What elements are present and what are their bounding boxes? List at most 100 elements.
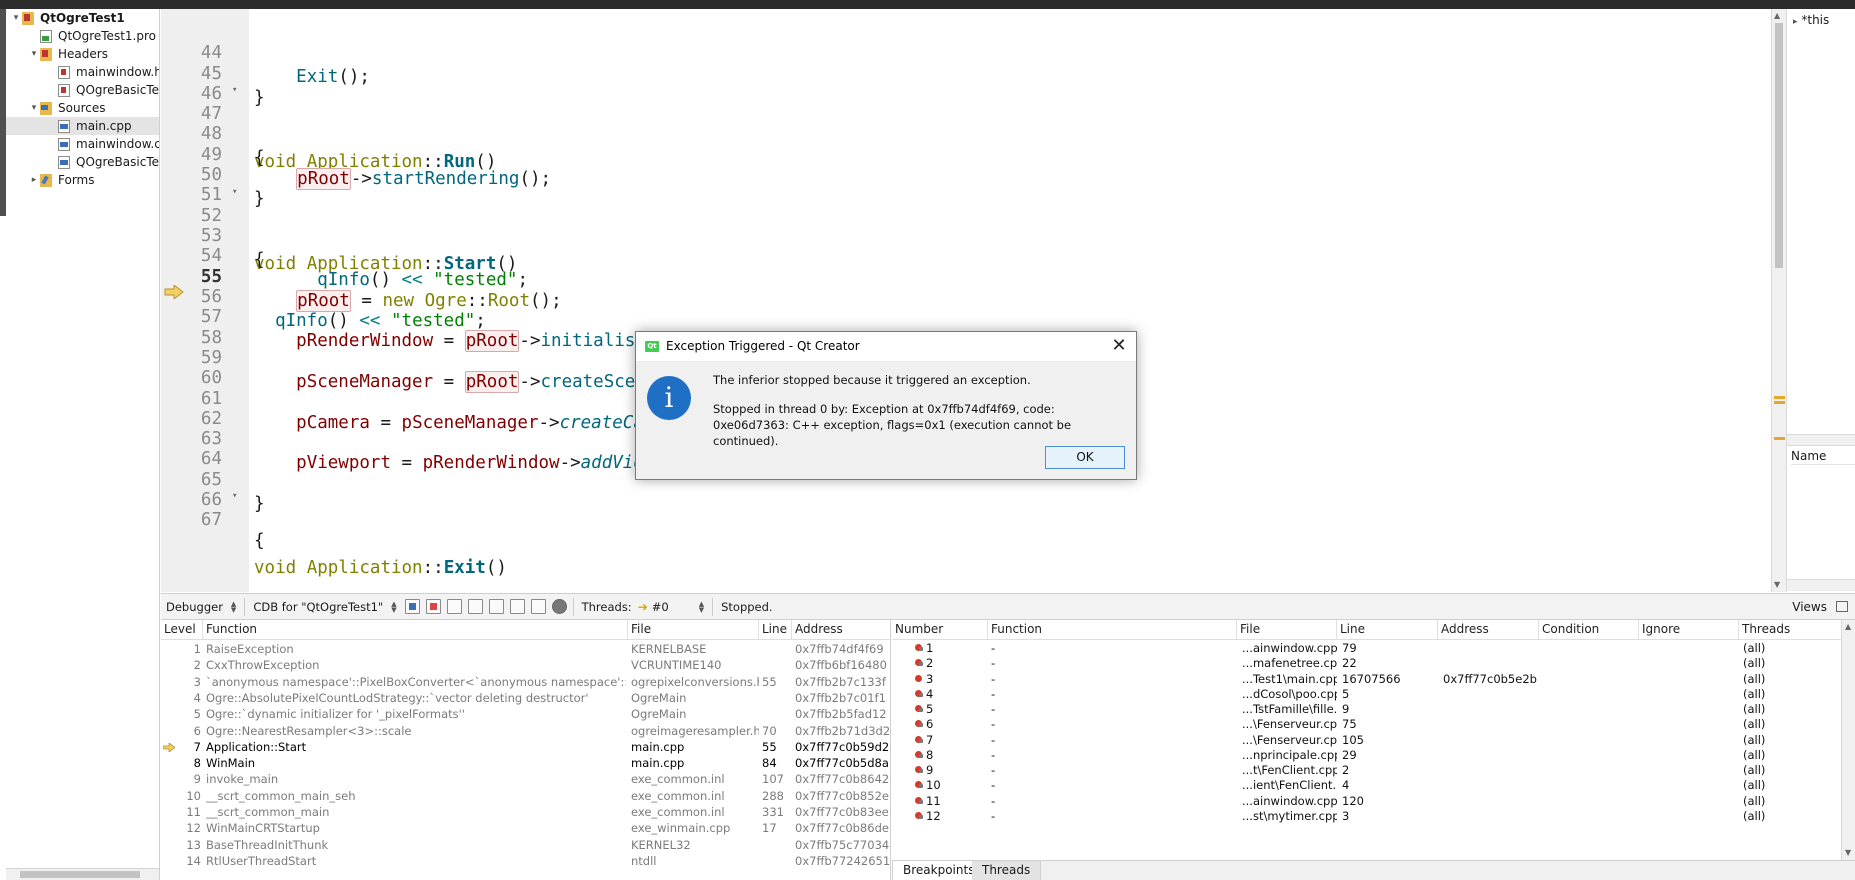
stack-function: Ogre::AbsolutePixelCountLodStrategy::`ve… — [206, 690, 589, 705]
code-editor[interactable]: 44 Exit(); 45 } 46 47 ▾ void Application… — [161, 9, 1771, 592]
stack-function: __scrt_common_main_seh — [206, 788, 356, 803]
tree-item-qogrebasictest-h[interactable]: QOgreBasicTest.h — [58, 81, 159, 99]
tree-item-pro-file[interactable]: QtOgreTest1.pro — [40, 27, 156, 45]
debugger-label: Debugger — [166, 599, 223, 614]
tree-item-mainwindow-h[interactable]: mainwindow.h — [58, 63, 159, 81]
scrollbar-thumb[interactable] — [1775, 23, 1783, 268]
stack-frame-row[interactable]: 11 __scrt_common_main exe_common.inl 331 0x7… — [161, 804, 890, 820]
stack-frame-row[interactable]: 2 CxxThrowException VCRUNTIME140 0x7ffb6bf1… — [161, 657, 890, 673]
collapsed-arrow-icon[interactable]: ▸ — [28, 175, 40, 185]
column-header-function[interactable]: Function — [988, 620, 1237, 639]
breakpoint-function: - — [991, 808, 996, 823]
column-header-line[interactable]: Line — [1337, 620, 1438, 639]
record-icon[interactable] — [551, 599, 567, 614]
stack-level: 14 — [186, 853, 201, 868]
stack-line: 17 — [762, 821, 777, 836]
stack-frame-row[interactable]: 5 Ogre::`dynamic initializer for '_pixelF… — [161, 706, 890, 722]
project-folder-icon — [22, 11, 34, 25]
column-header-function[interactable]: Function — [203, 620, 628, 639]
toolbar-separator — [712, 597, 714, 616]
scroll-down-icon[interactable]: ▼ — [1845, 848, 1851, 857]
panel-float-icon[interactable] — [1836, 601, 1848, 612]
expanded-arrow-icon[interactable]: ▾ — [10, 13, 22, 23]
tree-item-forms[interactable]: ▸ Forms — [28, 171, 95, 189]
tab-threads[interactable]: Threads — [972, 861, 1042, 880]
tree-item-qogrebasictest-cpp[interactable]: QOgreBasicTest.cpp — [58, 153, 159, 171]
spin-arrows-icon: ▲ ▼ — [230, 599, 237, 614]
tree-item-mainwindow-cpp[interactable]: mainwindow.cpp — [58, 135, 160, 153]
stack-address: 0x7ffb2b71d3d2 — [795, 723, 891, 738]
column-header-file[interactable]: File — [1237, 620, 1337, 639]
stop-debugger-icon[interactable] — [425, 599, 441, 614]
tree-item-main-cpp[interactable]: main.cpp — [6, 117, 159, 135]
tree-item-sources[interactable]: ▾ Sources — [28, 99, 106, 117]
stack-frame-row[interactable]: 8 WinMain main.cpp 84 0x7ff77c0b5d8a — [161, 755, 890, 771]
stack-frame-row[interactable]: 13 BaseThreadInitThunk KERNEL32 0x7ffb75c77… — [161, 837, 890, 853]
column-header-number[interactable]: Number — [892, 620, 988, 639]
stack-frame-row[interactable]: 14 RtlUserThreadStart ntdll 0x7ffb77242651 — [161, 853, 890, 869]
stack-function: Ogre::`dynamic initializer for '_pixelFo… — [206, 707, 465, 722]
expanded-arrow-icon[interactable]: ▾ — [28, 103, 40, 113]
column-header-level[interactable]: Level — [161, 620, 203, 639]
column-header-address[interactable]: Address — [792, 620, 890, 639]
stack-frame-row[interactable]: 7 Application::Start main.cpp 55 0x7ff77c0b5… — [161, 739, 890, 755]
project-horizontal-scrollbar[interactable] — [6, 868, 159, 880]
tree-item-label: mainwindow.cpp — [76, 137, 160, 151]
scroll-down-icon[interactable]: ▼ — [1774, 580, 1780, 589]
close-icon[interactable]: ✕ — [1106, 334, 1132, 358]
toggle-mode-icon[interactable] — [530, 599, 546, 614]
collapsed-arrow-icon[interactable]: ▸ — [1793, 17, 1798, 27]
debugger-status: Stopped. — [721, 599, 773, 614]
debugger-perspective-selector[interactable]: Debugger ▲ ▼ — [161, 593, 241, 620]
stack-view[interactable]: Level Function File Line Address 1 RaiseE… — [161, 620, 891, 880]
locals-horizontal-scrollbar[interactable] — [1787, 434, 1855, 446]
spin-arrows-icon: ▲ ▼ — [698, 599, 705, 614]
column-header-threads[interactable]: Threads — [1739, 620, 1841, 639]
stack-frame-row[interactable]: 3 `anonymous namespace'::PixelBoxConverte… — [161, 674, 890, 690]
stack-frame-row[interactable]: 12 WinMainCRTStartup exe_winmain.cpp 17 0x7f… — [161, 820, 890, 836]
continue-icon[interactable] — [404, 599, 420, 614]
column-header-ignore[interactable]: Ignore — [1639, 620, 1739, 639]
breakpoint-icon — [915, 644, 923, 651]
column-header-condition[interactable]: Condition — [1539, 620, 1639, 639]
stack-frame-row[interactable]: 1 RaiseException KERNELBASE 0x7ffb74df4f69 — [161, 641, 890, 657]
bottom-tabs: Breakpoints Threads — [892, 860, 1855, 880]
locals-item-this[interactable]: ▸ *this — [1793, 13, 1829, 27]
engine-selector[interactable]: CDB for "QtOgreTest1" ▲ ▼ — [248, 593, 401, 620]
stack-frame-row[interactable]: 9 invoke_main exe_common.inl 107 0x7ff77c0b8… — [161, 771, 890, 787]
breakpoints-view[interactable]: Number Function File Line Address Condit… — [892, 620, 1855, 860]
stack-frame-row[interactable]: 10 __scrt_common_main_seh exe_common.inl 28… — [161, 788, 890, 804]
scroll-up-icon[interactable]: ▲ — [1774, 11, 1780, 20]
stack-frame-row[interactable]: 6 Ogre::NearestResampler<3>::scale ogreima… — [161, 723, 891, 739]
tree-item-project[interactable]: ▾ QtOgreTest1 — [10, 9, 125, 27]
stack-level: 8 — [193, 756, 201, 771]
scrollbar-thumb[interactable] — [20, 871, 140, 878]
expanded-arrow-icon[interactable]: ▾ — [28, 49, 40, 59]
column-header-address[interactable]: Address — [1438, 620, 1539, 639]
step-into-icon[interactable] — [467, 599, 483, 614]
editor-vertical-scrollbar[interactable]: ▲ ▼ — [1771, 9, 1786, 592]
stack-level: 2 — [193, 658, 201, 673]
watch-horizontal-scrollbar[interactable] — [1787, 579, 1855, 591]
stack-file: exe_common.inl — [631, 805, 725, 819]
tree-item-headers[interactable]: ▾ Headers — [28, 45, 108, 63]
step-over-icon[interactable] — [446, 599, 462, 614]
stack-level: 9 — [193, 772, 201, 787]
restart-icon[interactable] — [509, 599, 525, 614]
stack-file: ntdll — [631, 853, 657, 868]
breakpoints-vertical-scrollbar[interactable]: ▲ ▼ — [1841, 620, 1855, 860]
breakpoint-row[interactable]: 12 - ...st\mytimer.cpp 3 (all) — [892, 807, 1855, 825]
column-header-line[interactable]: Line — [759, 620, 792, 639]
scroll-up-icon[interactable]: ▲ — [1845, 622, 1851, 631]
stack-file: ogreimageresampler.h — [631, 723, 759, 738]
views-button[interactable]: Views — [1792, 594, 1827, 621]
ok-button[interactable]: OK — [1045, 446, 1125, 469]
column-header-name[interactable]: Name — [1791, 447, 1855, 465]
column-header-file[interactable]: File — [628, 620, 759, 639]
stack-header: Level Function File Line Address — [161, 620, 890, 640]
threads-selector[interactable]: Threads: ➔ #0 ▲ ▼ — [577, 593, 709, 620]
stack-frame-row[interactable]: 4 Ogre::AbsolutePixelCountLodStrategy::`v… — [161, 690, 890, 706]
cpp-file-icon — [58, 137, 70, 151]
dialog-title-bar[interactable]: Qt Exception Triggered - Qt Creator ✕ — [636, 332, 1136, 361]
step-out-icon[interactable] — [488, 599, 504, 614]
